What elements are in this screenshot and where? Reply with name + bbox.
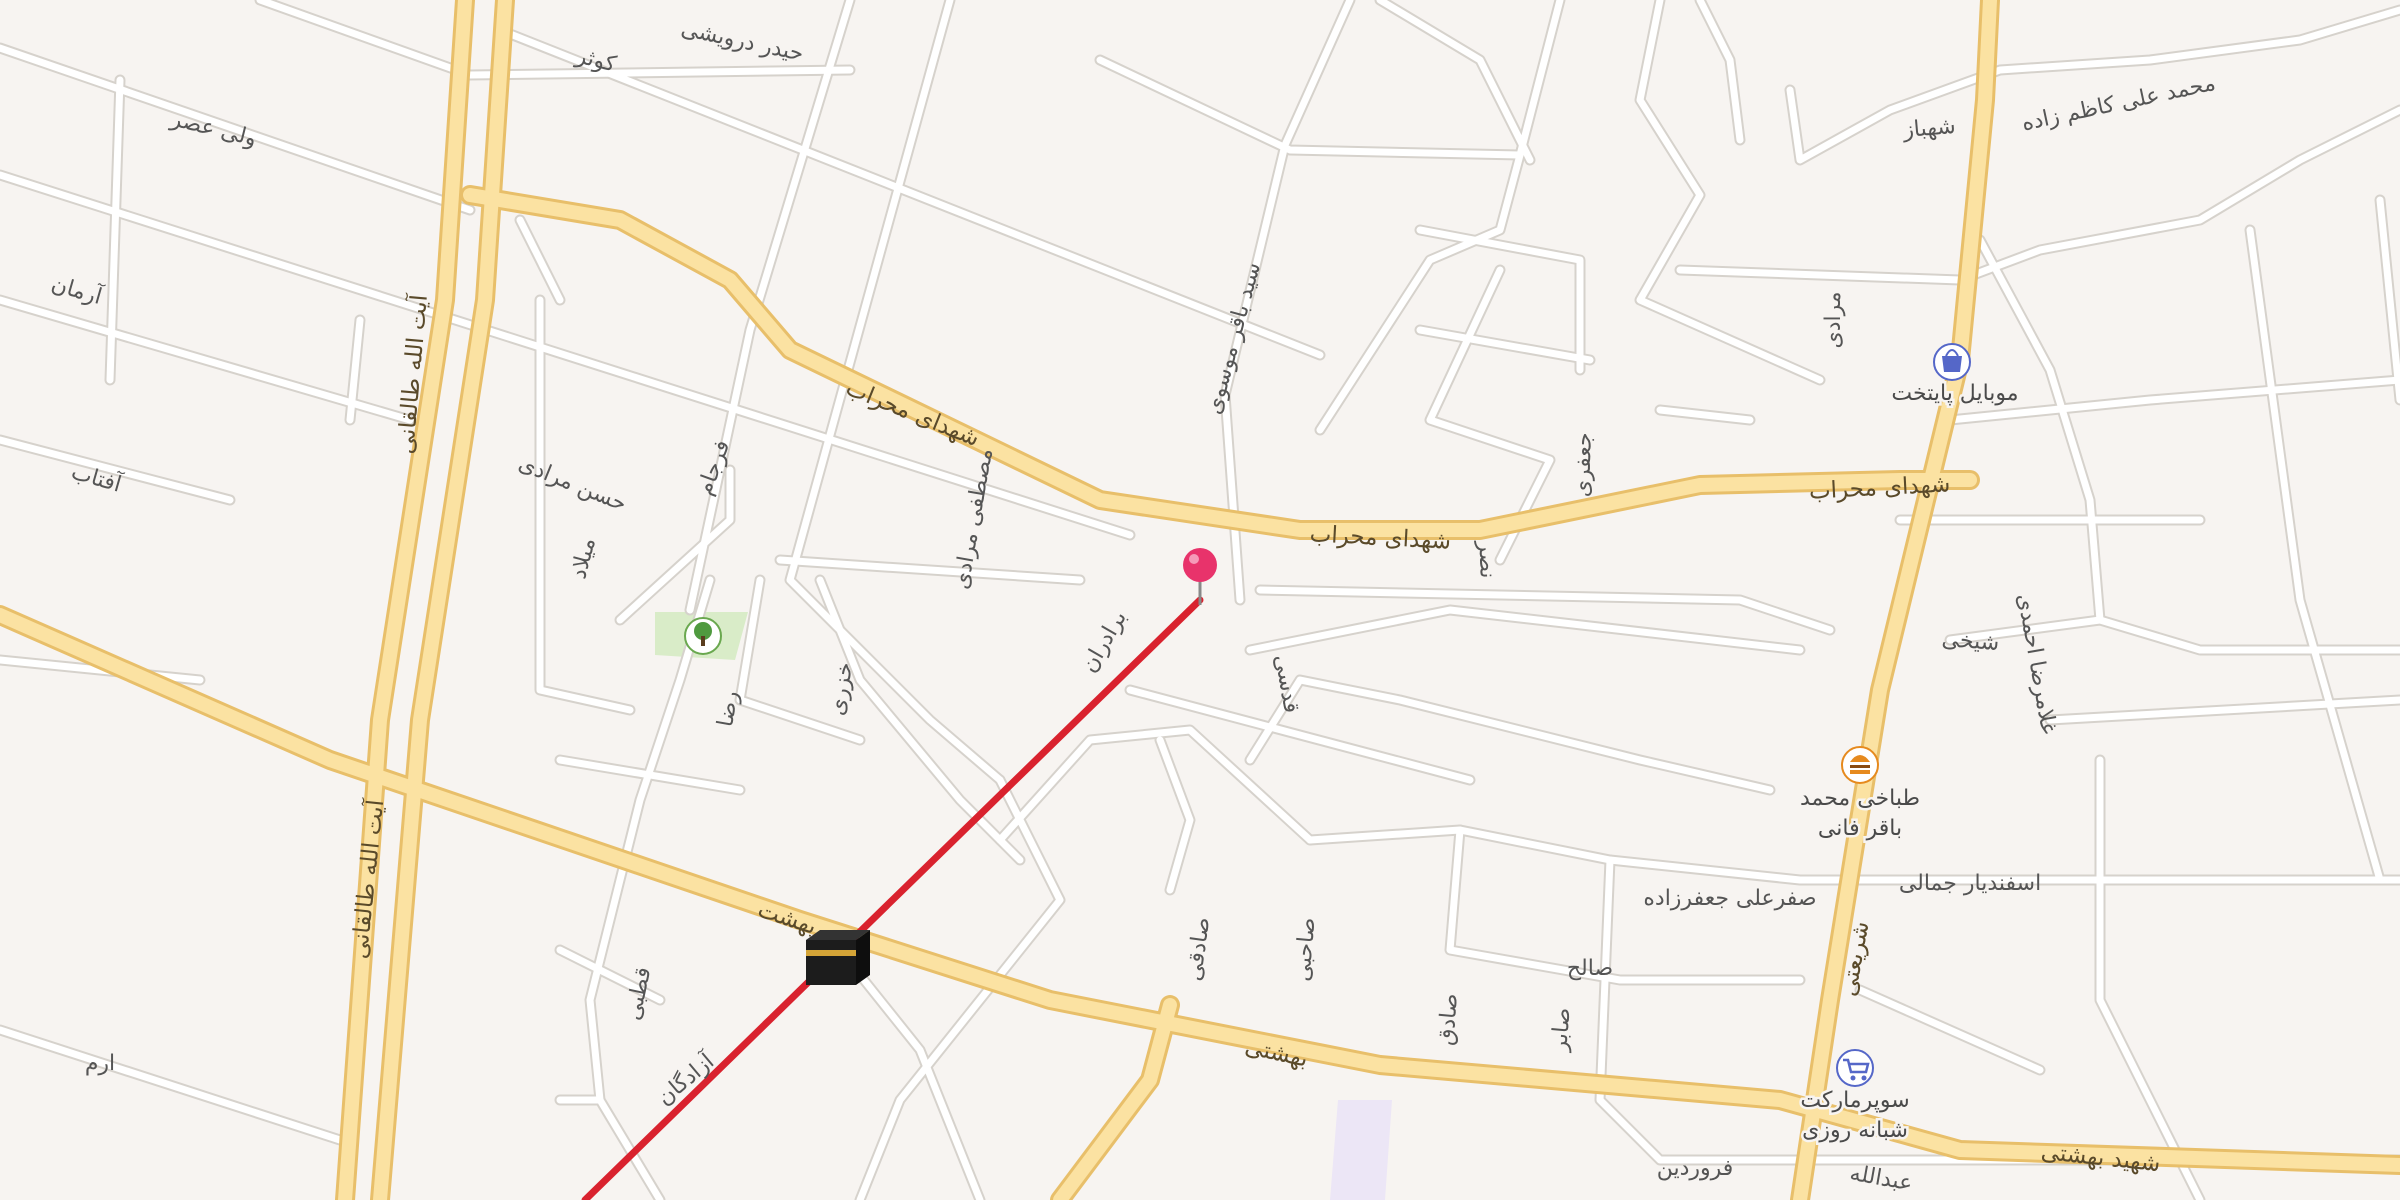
street-label-saleh: صالح [1567,956,1613,981]
street-label-eram: ارم [85,1051,115,1076]
kaaba-icon[interactable] [806,930,870,985]
street-label-esfandiar-jamali: اسفندیار جمالی [1899,871,2041,896]
street-label-saber: صابر [1547,1007,1576,1054]
poi-label-tabbakhi-line2: باقر فانی [1818,816,1902,841]
street-label-moradi: مرادی [1821,291,1846,348]
street-label-nasr: نصر [1473,540,1499,579]
poi-label-tabbakhi-line1: طباخی محمد [1800,786,1920,811]
shopping-bag-icon [1933,343,1971,381]
poi-label-supermarket-line1: سوپرمارکت [1800,1088,1909,1113]
cart-icon [1836,1049,1874,1087]
street-label-shahbaz: شهباز [1901,114,1957,144]
burger-icon [1841,746,1879,784]
street-label-farvardin: فروردین [1657,1156,1734,1181]
map-canvas[interactable]: حیدر درویشی کوثر ولی عصر آرمان آفتاب آیت… [0,0,2400,1200]
tree-icon[interactable] [684,617,722,655]
street-label-sadegh: صادق [1434,992,1463,1046]
poi-label-mobile-paytakht: موبایل پایتخت [1891,381,2018,406]
poi-label-supermarket-line2: شبانه روزی [1802,1118,1908,1143]
street-label-shikhi: شیخی [1941,627,2000,656]
street-label-jafari: جعفری [1570,432,1597,498]
street-label-safarali-jafarzadeh: صفرعلی جعفرزاده [1643,886,1816,911]
landuse-area [1330,1100,1392,1200]
